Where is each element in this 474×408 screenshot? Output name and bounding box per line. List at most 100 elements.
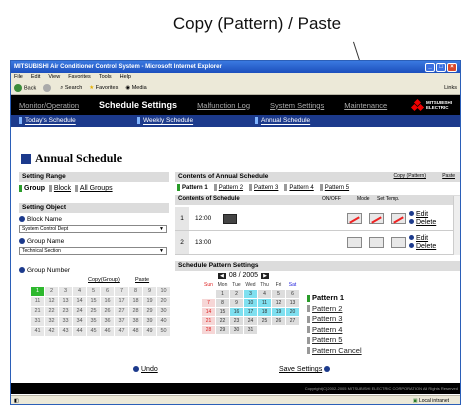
group-number-cell[interactable]: 36 (101, 317, 114, 326)
mode-disabled-icon[interactable] (369, 213, 384, 224)
menu-view[interactable]: View (48, 74, 60, 81)
group-name-select[interactable]: Technical Section ▼ (19, 247, 167, 255)
group-number-cell[interactable]: 17 (115, 297, 128, 306)
group-number-cell[interactable]: 5 (87, 287, 100, 296)
undo-button[interactable]: Undo (133, 366, 158, 373)
back-button[interactable]: Back (14, 84, 36, 92)
pattern-tab-4[interactable]: Pattern 4 (284, 184, 314, 191)
pattern-link-5[interactable]: Pattern 5 (307, 335, 362, 346)
onoff-disabled-icon[interactable] (347, 213, 362, 224)
nav-malfunction-log[interactable]: Malfunction Log (197, 101, 250, 110)
group-number-cell[interactable]: 7 (115, 287, 128, 296)
prev-month-button[interactable]: ◀ (218, 272, 226, 279)
menu-help[interactable]: Help (120, 74, 131, 81)
calendar-day[interactable]: 6 (286, 290, 299, 298)
group-number-cell[interactable]: 21 (31, 307, 44, 316)
nav-maintenance[interactable]: Maintenance (344, 101, 387, 110)
maximize-button[interactable]: □ (436, 62, 446, 72)
calendar-day[interactable]: 21 (202, 317, 215, 325)
calendar-day[interactable]: 19 (272, 308, 285, 316)
calendar-day[interactable]: 20 (286, 308, 299, 316)
subnav-todays-schedule[interactable]: Today's Schedule (19, 117, 129, 125)
calendar-day[interactable]: 7 (202, 299, 215, 307)
favorites-button[interactable]: ★ Favorites (89, 85, 118, 91)
group-number-cell[interactable]: 38 (129, 317, 142, 326)
calendar-day[interactable]: 18 (258, 308, 271, 316)
group-number-cell[interactable]: 8 (129, 287, 142, 296)
close-button[interactable]: × (447, 62, 457, 72)
pattern-link-4[interactable]: Pattern 4 (307, 325, 362, 336)
group-number-cell[interactable]: 9 (143, 287, 156, 296)
group-number-cell[interactable]: 3 (59, 287, 72, 296)
group-number-cell[interactable]: 23 (59, 307, 72, 316)
calendar-day[interactable]: 1 (216, 290, 229, 298)
calendar-day[interactable]: 3 (244, 290, 257, 298)
edit-link[interactable]: Edit (409, 211, 436, 219)
menu-file[interactable]: File (14, 74, 23, 81)
group-number-cell[interactable]: 44 (73, 327, 86, 336)
calendar-day[interactable]: 17 (244, 308, 257, 316)
pattern-link-2[interactable]: Pattern 2 (307, 304, 362, 315)
calendar-day[interactable]: 12 (272, 299, 285, 307)
nav-monitor-operation[interactable]: Monitor/Operation (19, 101, 79, 110)
calendar-day[interactable]: 11 (258, 299, 271, 307)
group-number-cell[interactable]: 26 (101, 307, 114, 316)
group-number-cell[interactable]: 24 (73, 307, 86, 316)
calendar-day[interactable]: 25 (258, 317, 271, 325)
pattern-link-3[interactable]: Pattern 3 (307, 314, 362, 325)
group-number-cell[interactable]: 10 (157, 287, 170, 296)
calendar-day[interactable]: 24 (244, 317, 257, 325)
group-number-cell[interactable]: 6 (101, 287, 114, 296)
group-number-cell[interactable]: 33 (59, 317, 72, 326)
group-number-cell[interactable]: 48 (129, 327, 142, 336)
group-number-cell[interactable]: 39 (143, 317, 156, 326)
group-number-cell[interactable]: 34 (73, 317, 86, 326)
calendar-day[interactable]: 23 (230, 317, 243, 325)
copy-pattern-link[interactable]: Copy (Pattern) (393, 173, 426, 179)
range-all-groups[interactable]: All Groups (74, 185, 113, 192)
calendar-day[interactable]: 30 (230, 326, 243, 334)
links-button[interactable]: Links (444, 85, 457, 91)
calendar-day[interactable]: 5 (272, 290, 285, 298)
temp-unit-icon[interactable] (391, 237, 406, 248)
save-settings-button[interactable]: Save Settings (279, 366, 332, 373)
nav-system-settings[interactable]: System Settings (270, 101, 324, 110)
pattern-link-1[interactable]: Pattern 1 (307, 293, 362, 304)
calendar-day[interactable]: 16 (230, 308, 243, 316)
copy-group-link[interactable]: Copy(Group) (88, 277, 120, 283)
pattern-tab-2[interactable]: Pattern 2 (213, 184, 243, 191)
delete-link[interactable]: Delete (409, 243, 436, 251)
group-number-cell[interactable]: 50 (157, 327, 170, 336)
subnav-annual-schedule[interactable]: Annual Schedule (255, 117, 365, 125)
search-button[interactable]: ⌕ Search (60, 85, 82, 92)
group-number-cell[interactable]: 2 (45, 287, 58, 296)
group-number-cell[interactable]: 18 (129, 297, 142, 306)
subnav-weekly-schedule[interactable]: Weekly Schedule (137, 117, 247, 125)
nav-schedule-settings[interactable]: Schedule Settings (99, 100, 177, 110)
calendar-day[interactable]: 31 (244, 326, 257, 334)
group-number-cell[interactable]: 20 (157, 297, 170, 306)
calendar-day[interactable]: 28 (202, 326, 215, 334)
group-number-cell[interactable]: 13 (59, 297, 72, 306)
group-number-cell[interactable]: 25 (87, 307, 100, 316)
menu-tools[interactable]: Tools (99, 74, 112, 81)
calendar-day[interactable]: 22 (216, 317, 229, 325)
forward-button[interactable] (43, 84, 53, 92)
mode-unit-icon[interactable] (369, 237, 384, 248)
onoff-unit-icon[interactable] (347, 237, 362, 248)
menu-favorites[interactable]: Favorites (68, 74, 91, 81)
next-month-button[interactable]: ▶ (261, 272, 269, 279)
group-number-cell[interactable]: 19 (143, 297, 156, 306)
group-number-cell[interactable]: 42 (45, 327, 58, 336)
pattern-tab-5[interactable]: Pattern 5 (319, 184, 349, 191)
group-number-cell[interactable]: 32 (45, 317, 58, 326)
paste-pattern-link[interactable]: Paste (442, 173, 455, 179)
group-number-cell[interactable]: 41 (31, 327, 44, 336)
pattern-cancel-link[interactable]: Pattern Cancel (307, 346, 362, 357)
temp-disabled-icon[interactable] (391, 213, 406, 224)
group-number-cell[interactable]: 45 (87, 327, 100, 336)
edit-link[interactable]: Edit (409, 235, 436, 243)
minimize-button[interactable]: _ (425, 62, 435, 72)
group-number-cell[interactable]: 47 (115, 327, 128, 336)
range-group[interactable]: Group (19, 185, 45, 192)
